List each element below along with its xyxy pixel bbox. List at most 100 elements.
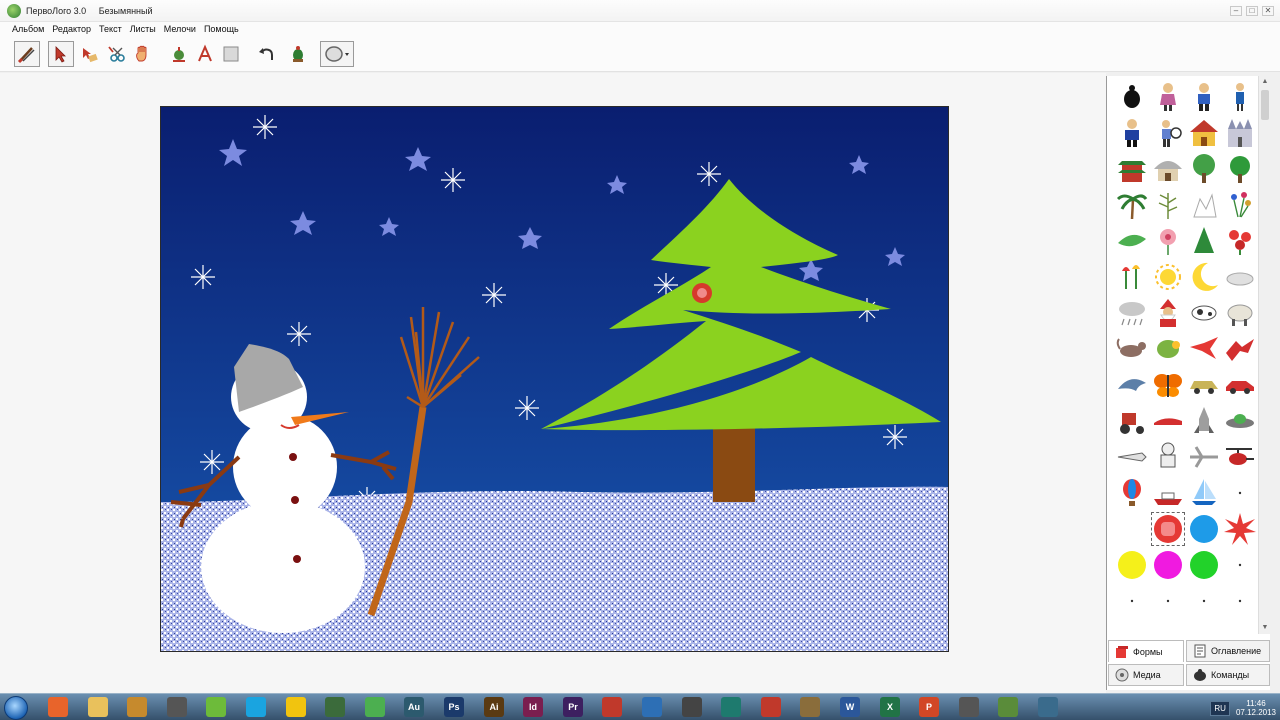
stamp-red-car[interactable] — [1223, 368, 1257, 402]
close-button[interactable]: ✕ — [1262, 6, 1274, 16]
brush-tool-icon[interactable] — [14, 41, 40, 67]
premiere-taskbar-icon[interactable]: Pr — [563, 697, 583, 717]
stamp-flowers[interactable] — [1223, 188, 1257, 222]
stamp-boy[interactable] — [1187, 80, 1221, 114]
text-tool-icon[interactable] — [192, 41, 218, 67]
stamp-leaf[interactable] — [1115, 224, 1149, 258]
stamp-shuttle[interactable] — [1115, 440, 1149, 474]
indesign-taskbar-icon[interactable]: Id — [523, 697, 543, 717]
stamp-car[interactable] — [1187, 368, 1221, 402]
stamp-tennis-player[interactable] — [1151, 116, 1185, 150]
skype-taskbar-icon[interactable] — [246, 697, 266, 717]
powerpoint-taskbar-icon[interactable]: P — [919, 697, 939, 717]
photoshop-taskbar-icon[interactable]: Ps — [444, 697, 464, 717]
stamp-tractor[interactable] — [1115, 404, 1149, 438]
menu-help[interactable]: Помощь — [204, 24, 239, 34]
stamp-tulips[interactable] — [1115, 260, 1149, 294]
stamp-red-burst[interactable] — [1223, 512, 1257, 546]
menu-text[interactable]: Текст — [99, 24, 122, 34]
audition-taskbar-icon[interactable]: Au — [404, 697, 424, 717]
stamp-dot-5[interactable] — [1187, 584, 1221, 618]
stamp-green-circle[interactable] — [1187, 548, 1221, 582]
stamp-sheep[interactable] — [1223, 296, 1257, 330]
stamp-balloon[interactable] — [1115, 476, 1149, 510]
minimize-button[interactable]: – — [1230, 6, 1242, 16]
stamp-sailboat[interactable] — [1187, 476, 1221, 510]
stamp-santa[interactable] — [1151, 296, 1185, 330]
pointer-tool-icon[interactable] — [48, 41, 74, 67]
stamp-magenta-circle[interactable] — [1151, 548, 1185, 582]
tab-shapes[interactable]: Формы — [1108, 640, 1184, 662]
stamp-pink-flower[interactable] — [1151, 224, 1185, 258]
stamp-yellow-circle[interactable] — [1115, 548, 1149, 582]
acrobat-taskbar-icon[interactable] — [761, 697, 781, 717]
tab-media[interactable]: Медиа — [1108, 664, 1184, 686]
stamp-cloud[interactable] — [1223, 260, 1257, 294]
frame-tool-icon[interactable] — [218, 41, 244, 67]
firefox-taskbar-icon[interactable] — [48, 697, 68, 717]
stamp-round-tree[interactable] — [1223, 152, 1257, 186]
stamp-moon[interactable] — [1187, 260, 1221, 294]
stamp-dot-4[interactable] — [1151, 584, 1185, 618]
stamp-red-bird[interactable] — [1187, 332, 1221, 366]
stamp-red-square-selected[interactable] — [1151, 512, 1185, 546]
stamp-red-flowers[interactable] — [1223, 224, 1257, 258]
stamp-woman[interactable] — [1223, 80, 1257, 114]
stamp-blue-circle[interactable] — [1187, 512, 1221, 546]
app-taskbar-icon[interactable] — [325, 697, 345, 717]
stamp-sketch[interactable] — [1187, 188, 1221, 222]
norton-taskbar-icon[interactable] — [286, 697, 306, 717]
clock[interactable]: 11:46 07.12.2013 — [1236, 699, 1276, 717]
stamp-empty[interactable] — [1115, 512, 1149, 546]
stamp-scrollbar[interactable]: ▲ ▼ — [1258, 76, 1270, 634]
stamp-tool-icon[interactable] — [166, 41, 192, 67]
torrent-taskbar-icon[interactable] — [206, 697, 226, 717]
stamp-hut[interactable] — [1151, 152, 1185, 186]
stamp-rain-cloud[interactable] — [1115, 296, 1149, 330]
word-taskbar-icon[interactable]: W — [840, 697, 860, 717]
menu-editor[interactable]: Редактор — [52, 24, 91, 34]
stamp-ship[interactable] — [1151, 476, 1185, 510]
illustrator-taskbar-icon[interactable]: Ai — [484, 697, 504, 717]
media-taskbar-icon[interactable] — [127, 697, 147, 717]
stamp-dot-6[interactable] — [1223, 584, 1257, 618]
turtle-tool-icon[interactable] — [285, 41, 311, 67]
stamp-sun[interactable] — [1151, 260, 1185, 294]
stamp-dot-2[interactable] — [1223, 548, 1257, 582]
excel-taskbar-icon[interactable]: X — [880, 697, 900, 717]
stamp-plant[interactable] — [1151, 188, 1185, 222]
stamp-dolphin[interactable] — [1115, 368, 1149, 402]
drawing-canvas[interactable] — [160, 106, 949, 652]
stamp-turtle[interactable] — [1115, 80, 1149, 114]
archive-taskbar-icon[interactable] — [800, 697, 820, 717]
tab-commands[interactable]: Команды — [1186, 664, 1270, 686]
shape-select-icon[interactable] — [320, 41, 354, 67]
menu-misc[interactable]: Мелочи — [164, 24, 196, 34]
scroll-up-icon[interactable]: ▲ — [1261, 78, 1269, 86]
stamp-parrot[interactable] — [1151, 332, 1185, 366]
stamp-butterfly[interactable] — [1151, 368, 1185, 402]
pervologo-taskbar-icon[interactable] — [998, 697, 1018, 717]
scroll-thumb[interactable] — [1261, 90, 1269, 120]
player-taskbar-icon[interactable] — [642, 697, 662, 717]
hand-tool-icon[interactable] — [130, 41, 156, 67]
language-indicator[interactable]: RU — [1210, 700, 1230, 716]
menu-album[interactable]: Альбом — [12, 24, 44, 34]
app3-taskbar-icon[interactable] — [959, 697, 979, 717]
stamp-astronaut[interactable] — [1151, 440, 1185, 474]
green-app-taskbar-icon[interactable] — [365, 697, 385, 717]
stamp-castle[interactable] — [1223, 116, 1257, 150]
stamp-girl[interactable] — [1151, 80, 1185, 114]
stamp-dot-3[interactable] — [1115, 584, 1149, 618]
maximize-button[interactable]: □ — [1246, 6, 1258, 16]
stamp-airplane[interactable] — [1187, 440, 1221, 474]
app4-taskbar-icon[interactable] — [1038, 697, 1058, 717]
sibelius-taskbar-icon[interactable] — [721, 697, 741, 717]
menu-pages[interactable]: Листы — [130, 24, 156, 34]
stamp-cow[interactable] — [1187, 296, 1221, 330]
undo-icon[interactable] — [254, 41, 280, 67]
stamp-cat[interactable] — [1115, 332, 1149, 366]
stamp-palm[interactable] — [1115, 188, 1149, 222]
stamp-pagoda[interactable] — [1115, 152, 1149, 186]
scroll-down-icon[interactable]: ▼ — [1261, 624, 1269, 632]
